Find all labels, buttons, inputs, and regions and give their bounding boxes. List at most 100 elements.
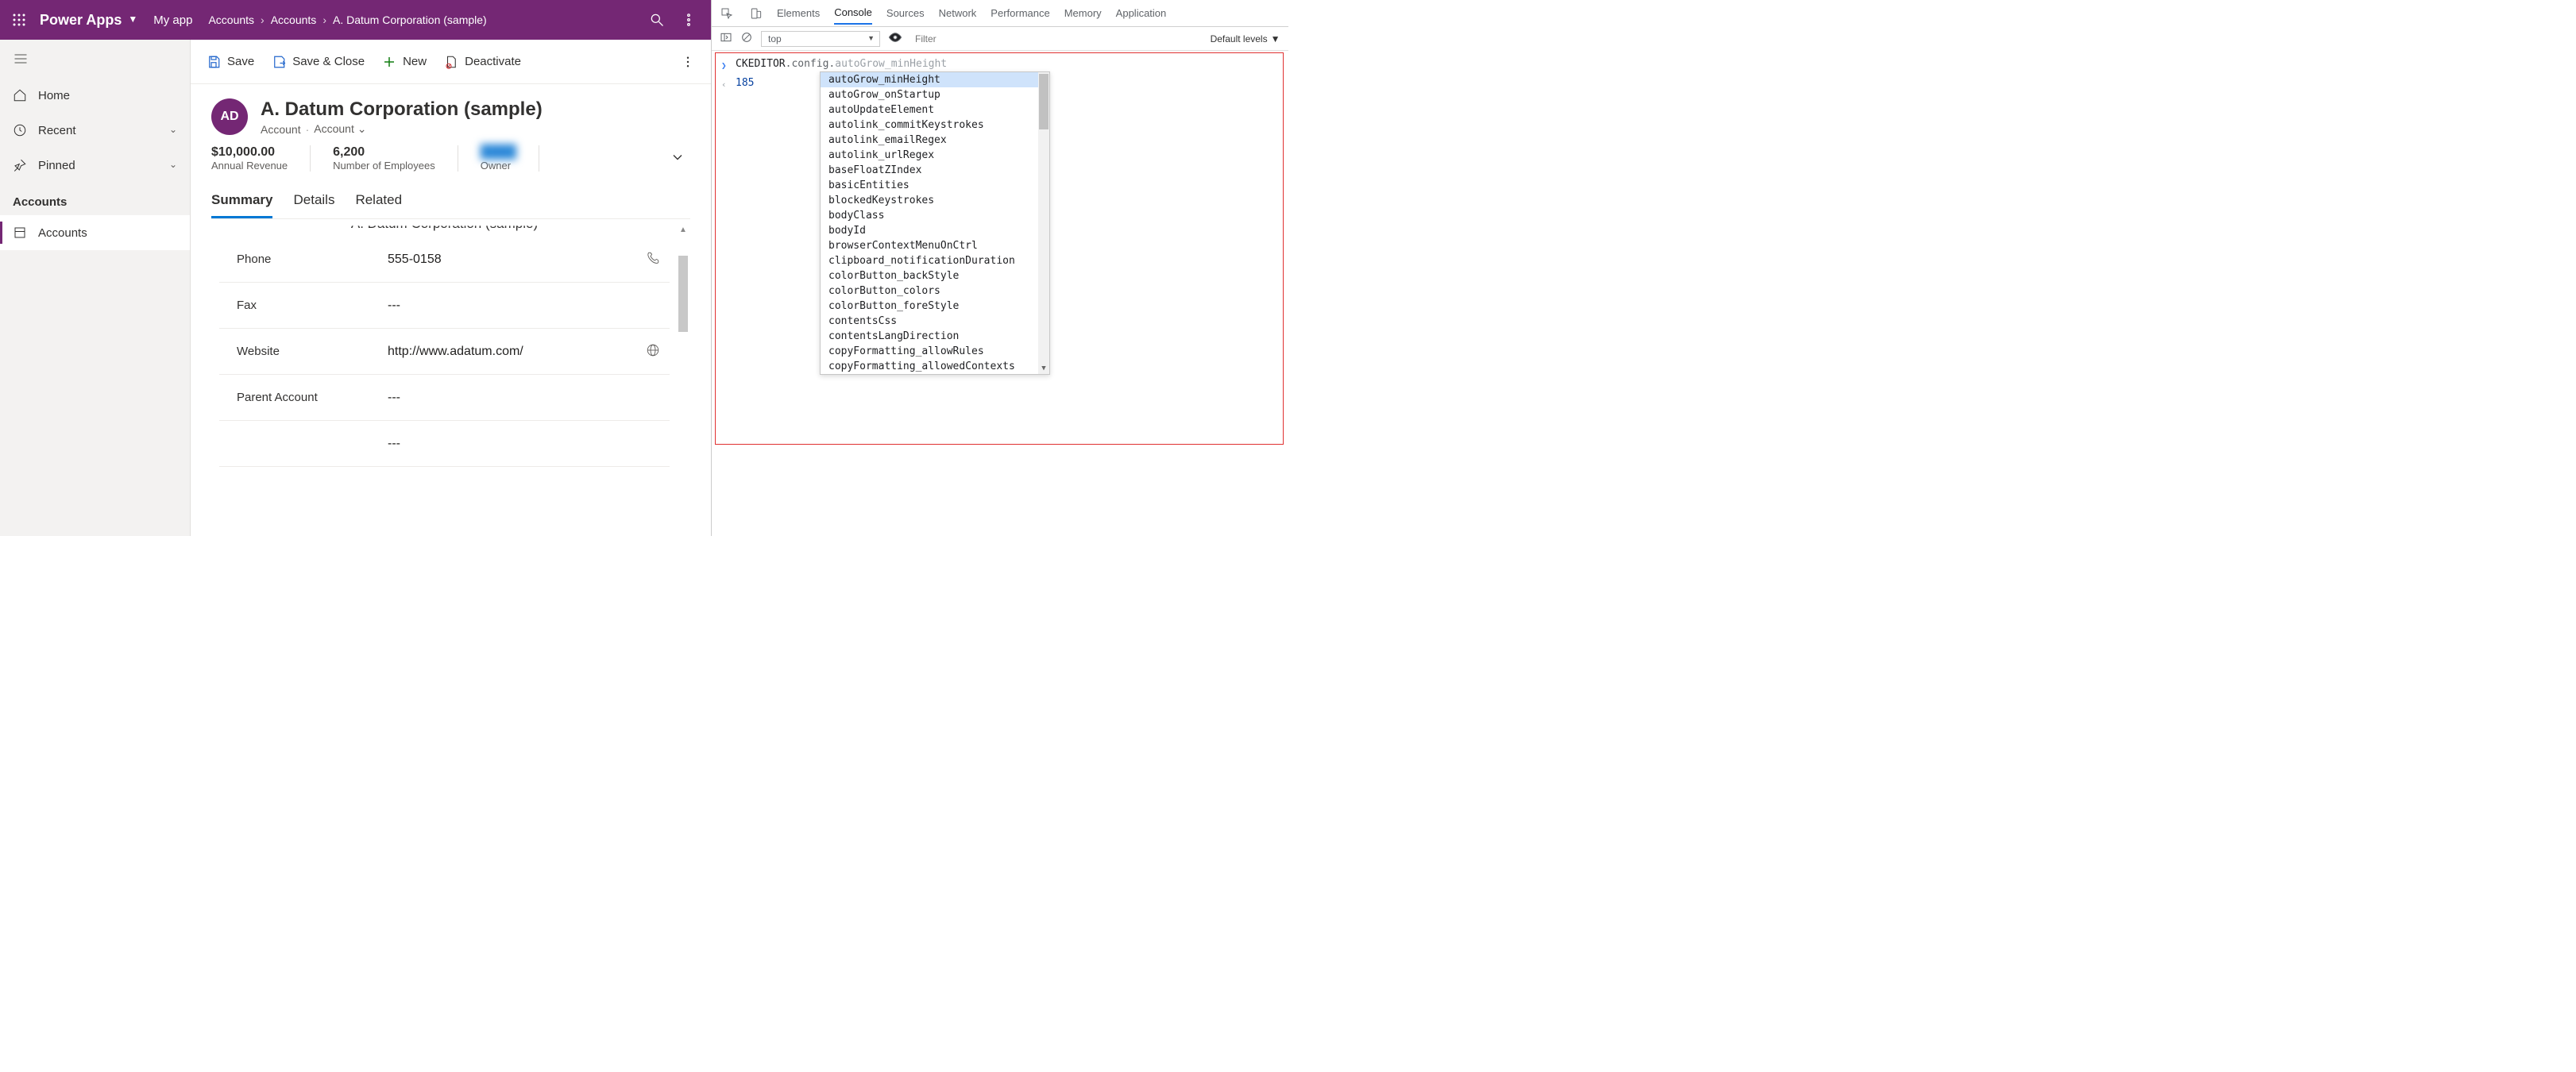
save-and-close-button[interactable]: Save & Close <box>272 55 365 69</box>
field-phone[interactable]: Phone 555-0158 <box>219 237 670 283</box>
return-value: 185 <box>736 75 754 91</box>
product-brand[interactable]: Power Apps ▼ <box>40 12 137 29</box>
form-selector[interactable]: Account ⌄ <box>314 122 366 136</box>
context-selector[interactable]: top <box>761 31 880 47</box>
devtools-tab-performance[interactable]: Performance <box>991 2 1049 24</box>
autocomplete-option[interactable]: colorButton_colors <box>821 283 1049 299</box>
toggle-sidebar-icon[interactable] <box>720 31 732 46</box>
breadcrumb-item[interactable]: Accounts <box>208 13 254 26</box>
stat-employees[interactable]: 6,200 Number of Employees <box>333 145 458 172</box>
form-scrollbar[interactable]: ▲ <box>678 224 689 476</box>
scroll-down-icon[interactable]: ▼ <box>1038 363 1049 374</box>
device-toggle-icon[interactable] <box>748 6 763 21</box>
stat-annual-revenue[interactable]: $10,000.00 Annual Revenue <box>211 145 311 172</box>
field-label: Parent Account <box>237 391 388 404</box>
field-website[interactable]: Website http://www.adatum.com/ <box>219 329 670 375</box>
autocomplete-option[interactable]: contentsLangDirection <box>821 329 1049 344</box>
autocomplete-option[interactable]: browserContextMenuOnCtrl <box>821 238 1049 253</box>
sidebar-item-pinned[interactable]: Pinned ⌄ <box>0 148 190 183</box>
devtools-tab-sources[interactable]: Sources <box>886 2 925 24</box>
devtools-tabs: Elements Console Sources Network Perform… <box>712 0 1288 27</box>
app-launcher-icon[interactable] <box>6 7 32 33</box>
truncated-heading: A. Datum Corporation (sample) <box>219 219 670 232</box>
chevron-down-icon: ▼ <box>128 13 137 25</box>
more-commands-button[interactable] <box>681 55 695 69</box>
cmd-label: Deactivate <box>465 55 521 68</box>
return-icon: ‹ <box>721 75 729 93</box>
field-value: --- <box>388 437 646 451</box>
field-fax[interactable]: Fax --- <box>219 283 670 329</box>
autocomplete-option[interactable]: contentsCss <box>821 314 1049 329</box>
stat-label: Annual Revenue <box>211 160 288 172</box>
save-button[interactable]: Save <box>207 55 254 69</box>
tab-details[interactable]: Details <box>293 187 334 218</box>
devtools-tab-network[interactable]: Network <box>939 2 977 24</box>
autocomplete-option[interactable]: baseFloatZIndex <box>821 163 1049 178</box>
field-label: Fax <box>237 299 388 312</box>
record-header: AD A. Datum Corporation (sample) Account… <box>191 84 711 481</box>
inspect-element-icon[interactable] <box>720 6 734 21</box>
devtools-tab-console[interactable]: Console <box>834 2 872 25</box>
autocomplete-option[interactable]: bodyId <box>821 223 1049 238</box>
field-ticker-symbol[interactable]: --- <box>219 421 670 467</box>
breadcrumb-item[interactable]: Accounts <box>271 13 317 26</box>
autocomplete-option[interactable]: autolink_commitKeystrokes <box>821 118 1049 133</box>
more-vertical-icon[interactable] <box>673 4 705 36</box>
console-filter-input[interactable] <box>910 31 1022 47</box>
phone-icon[interactable] <box>646 251 663 268</box>
live-expression-icon[interactable] <box>888 30 902 47</box>
log-levels-selector[interactable]: Default levels ▼ <box>1211 33 1280 44</box>
stat-label: Owner <box>481 160 516 172</box>
stat-label: Number of Employees <box>333 160 435 172</box>
console-output[interactable]: ❯ CKEDITOR.config.autoGrow_minHeight ‹ 1… <box>712 51 1288 536</box>
app-name[interactable]: My app <box>153 13 192 27</box>
scroll-thumb[interactable] <box>1039 74 1049 129</box>
code-token-ghost: autoGrow_minHeight <box>835 58 947 70</box>
home-icon <box>13 88 27 102</box>
search-icon[interactable] <box>641 4 673 36</box>
console-toolbar: top Default levels ▼ <box>712 27 1288 51</box>
autocomplete-option[interactable]: autoUpdateElement <box>821 102 1049 118</box>
autocomplete-option[interactable]: basicEntities <box>821 178 1049 193</box>
field-parent-account[interactable]: Parent Account --- <box>219 375 670 421</box>
deactivate-button[interactable]: Deactivate <box>444 55 521 69</box>
devtools-tab-elements[interactable]: Elements <box>777 2 820 24</box>
autocomplete-option[interactable]: autoGrow_onStartup <box>821 87 1049 102</box>
autocomplete-option[interactable]: bodyClass <box>821 208 1049 223</box>
breadcrumb-item[interactable]: A. Datum Corporation (sample) <box>333 13 487 26</box>
autocomplete-option[interactable]: autolink_emailRegex <box>821 133 1049 148</box>
autocomplete-option[interactable]: copyFormatting_allowRules <box>821 344 1049 359</box>
sidebar-item-recent[interactable]: Recent ⌄ <box>0 113 190 148</box>
main-content: Save Save & Close New Deactivate <box>191 40 711 536</box>
cmd-label: Save & Close <box>292 55 365 68</box>
autocomplete-option[interactable]: copyFormatting_allowedContexts <box>821 359 1049 374</box>
expand-header-button[interactable] <box>670 149 686 168</box>
record-tabs: Summary Details Related <box>211 187 690 219</box>
tab-summary[interactable]: Summary <box>211 187 272 218</box>
autocomplete-option[interactable]: colorButton_foreStyle <box>821 299 1049 314</box>
sidebar-item-accounts[interactable]: Accounts <box>0 215 190 250</box>
prompt-icon: ❯ <box>721 56 729 74</box>
sidebar-item-home[interactable]: Home <box>0 78 190 113</box>
clear-console-icon[interactable] <box>740 31 753 46</box>
sidebar-section-title: Accounts <box>0 183 190 215</box>
autocomplete-option[interactable]: colorButton_backStyle <box>821 268 1049 283</box>
autocomplete-scrollbar[interactable]: ▼ <box>1038 72 1049 374</box>
autocomplete-option[interactable]: blockedKeystrokes <box>821 193 1049 208</box>
autocomplete-option[interactable]: clipboard_notificationDuration <box>821 253 1049 268</box>
scroll-thumb[interactable] <box>678 256 688 332</box>
stat-owner[interactable]: ████ Owner <box>481 145 539 172</box>
autocomplete-option[interactable]: autoGrow_minHeight <box>821 72 1049 87</box>
sidebar-toggle[interactable] <box>0 40 190 78</box>
new-button[interactable]: New <box>382 55 427 69</box>
code-token-object: CKEDITOR <box>736 58 786 70</box>
devtools-tab-memory[interactable]: Memory <box>1064 2 1102 24</box>
scroll-up-icon[interactable]: ▲ <box>678 224 689 235</box>
globe-icon[interactable] <box>646 343 663 360</box>
pin-icon <box>13 158 27 172</box>
chevron-down-icon: ▼ <box>1271 33 1280 44</box>
devtools-tab-application[interactable]: Application <box>1116 2 1167 24</box>
tab-related[interactable]: Related <box>355 187 402 218</box>
header-stats: $10,000.00 Annual Revenue 6,200 Number o… <box>211 145 690 172</box>
autocomplete-option[interactable]: autolink_urlRegex <box>821 148 1049 163</box>
